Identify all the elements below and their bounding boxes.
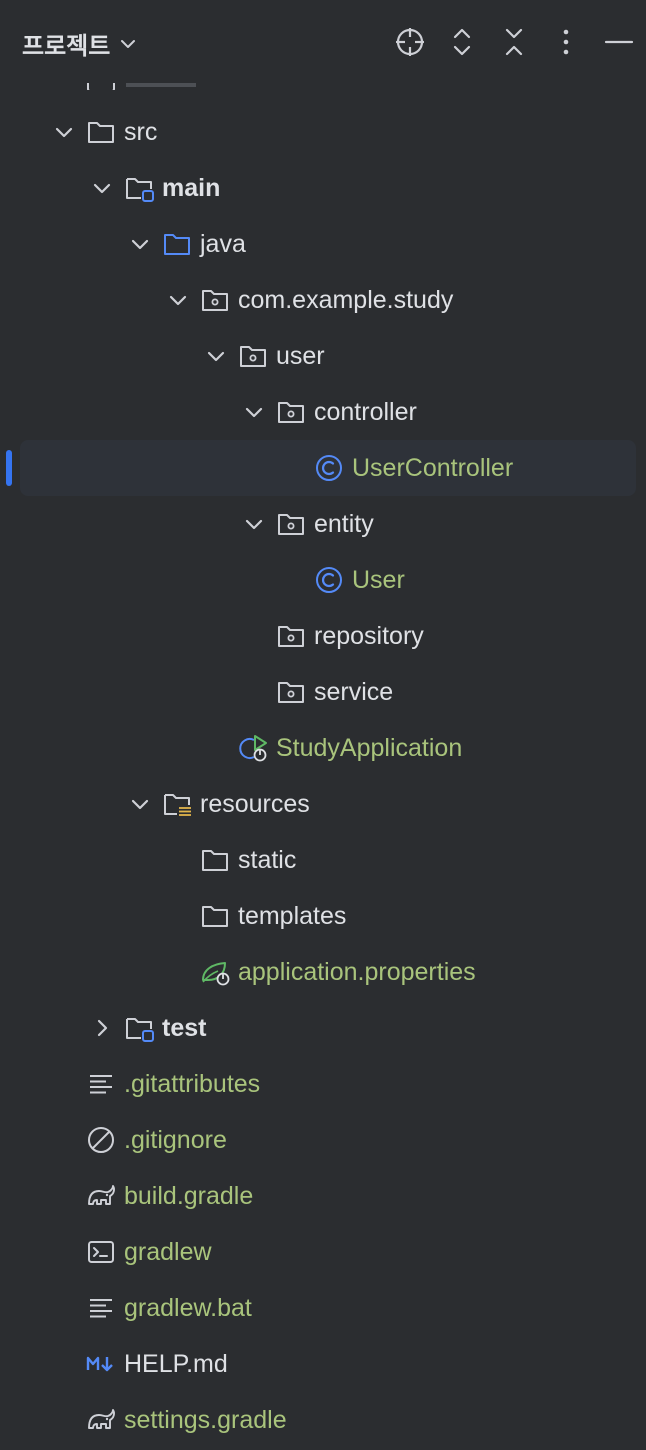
folder-icon bbox=[202, 906, 228, 927]
spring-boot-application-icon bbox=[239, 735, 267, 762]
text-file-icon bbox=[90, 1075, 112, 1094]
tree-node-src[interactable]: src bbox=[0, 104, 646, 160]
java-class-icon bbox=[316, 567, 342, 593]
tree-node-label: settings.gradle bbox=[124, 1406, 287, 1434]
tree-node-gradlew-bat[interactable]: gradlew.bat bbox=[0, 1280, 646, 1336]
tree-node-gradlew[interactable]: gradlew bbox=[0, 1224, 646, 1280]
tree-node-templates[interactable]: templates bbox=[0, 888, 646, 944]
tree-node-repository-package[interactable]: repository bbox=[0, 608, 646, 664]
tree-node-label: repository bbox=[314, 622, 424, 650]
tree-node-label: application.properties bbox=[238, 958, 476, 986]
ignore-file-icon bbox=[88, 1127, 114, 1153]
project-tree: src main java com.example.study user con… bbox=[0, 0, 646, 1450]
tree-node-label: UserController bbox=[352, 454, 514, 482]
package-icon bbox=[278, 514, 304, 535]
tree-node-controller-package[interactable]: controller bbox=[0, 384, 646, 440]
selection-marker bbox=[6, 450, 12, 486]
tree-node-label: com.example.study bbox=[238, 286, 454, 314]
tree-node-build-gradle[interactable]: build.gradle bbox=[0, 1168, 646, 1224]
tree-node-user-controller[interactable]: UserController bbox=[0, 440, 646, 496]
tree-node-test[interactable]: test bbox=[0, 1000, 646, 1056]
tree-node-label: entity bbox=[314, 510, 374, 538]
package-icon bbox=[278, 682, 304, 703]
chevron-down-icon[interactable] bbox=[128, 232, 152, 256]
source-root-folder-icon bbox=[126, 178, 154, 202]
tree-node-label: resources bbox=[200, 790, 310, 818]
chevron-down-icon[interactable] bbox=[90, 176, 114, 200]
folder-icon bbox=[202, 850, 228, 871]
chevron-down-icon[interactable] bbox=[52, 120, 76, 144]
package-icon bbox=[240, 346, 266, 367]
tree-node-main[interactable]: main bbox=[0, 160, 646, 216]
tree-node-label: templates bbox=[238, 902, 347, 930]
chevron-down-icon[interactable] bbox=[204, 344, 228, 368]
tree-node-gitattributes[interactable]: .gitattributes bbox=[0, 1056, 646, 1112]
tree-node-package[interactable]: com.example.study bbox=[0, 272, 646, 328]
terminal-script-icon bbox=[88, 1241, 114, 1263]
gradle-elephant-icon bbox=[88, 1409, 115, 1429]
tree-node-label: java bbox=[200, 230, 246, 258]
tree-node-gitignore[interactable]: .gitignore bbox=[0, 1112, 646, 1168]
tree-node-entity-package[interactable]: entity bbox=[0, 496, 646, 552]
folder-icon bbox=[88, 122, 114, 143]
tree-node-label: gradlew bbox=[124, 1238, 212, 1266]
tree-node-service-package[interactable]: service bbox=[0, 664, 646, 720]
gradle-elephant-icon bbox=[88, 1185, 115, 1205]
tree-node-application-properties[interactable]: application.properties bbox=[0, 944, 646, 1000]
package-icon bbox=[202, 290, 228, 311]
tree-node-static[interactable]: static bbox=[0, 832, 646, 888]
tree-node-label: controller bbox=[314, 398, 417, 426]
tree-node-java[interactable]: java bbox=[0, 216, 646, 272]
tree-node-user-class[interactable]: User bbox=[0, 552, 646, 608]
package-icon bbox=[278, 626, 304, 647]
test-root-folder-icon bbox=[126, 1018, 154, 1042]
tree-node-user-package[interactable]: user bbox=[0, 328, 646, 384]
package-icon bbox=[278, 402, 304, 423]
text-file-icon bbox=[90, 1299, 112, 1318]
tree-node-label: .gitattributes bbox=[124, 1070, 261, 1098]
tree-node-label: HELP.md bbox=[124, 1350, 228, 1378]
tree-node-label: src bbox=[124, 118, 158, 146]
tree-node-label: test bbox=[162, 1014, 207, 1042]
chevron-down-icon[interactable] bbox=[166, 288, 190, 312]
chevron-right-icon[interactable] bbox=[90, 1016, 114, 1040]
tree-node-label: static bbox=[238, 846, 297, 874]
chevron-down-icon[interactable] bbox=[128, 792, 152, 816]
tree-node-label: .gitignore bbox=[124, 1126, 227, 1154]
tree-node-label: service bbox=[314, 678, 394, 706]
tree-node-label: main bbox=[162, 174, 221, 202]
tree-node-resources[interactable]: resources bbox=[0, 776, 646, 832]
tree-node-help-md[interactable]: HELP.md bbox=[0, 1336, 646, 1392]
tree-node-settings-gradle[interactable]: settings.gradle bbox=[0, 1392, 646, 1448]
tree-node-label: User bbox=[352, 566, 405, 594]
tree-node-label: gradlew.bat bbox=[124, 1294, 252, 1322]
tree-node-label: StudyApplication bbox=[276, 734, 463, 762]
tree-node-label: user bbox=[276, 342, 325, 370]
markdown-icon bbox=[86, 1356, 113, 1372]
tree-node-label: build.gradle bbox=[124, 1182, 254, 1210]
spring-properties-icon bbox=[202, 962, 230, 986]
tree-node-study-application[interactable]: StudyApplication bbox=[0, 720, 646, 776]
resources-folder-icon bbox=[164, 794, 191, 816]
chevron-down-icon[interactable] bbox=[242, 512, 266, 536]
java-class-icon bbox=[316, 455, 342, 481]
source-folder-icon bbox=[164, 234, 190, 255]
chevron-down-icon[interactable] bbox=[242, 400, 266, 424]
